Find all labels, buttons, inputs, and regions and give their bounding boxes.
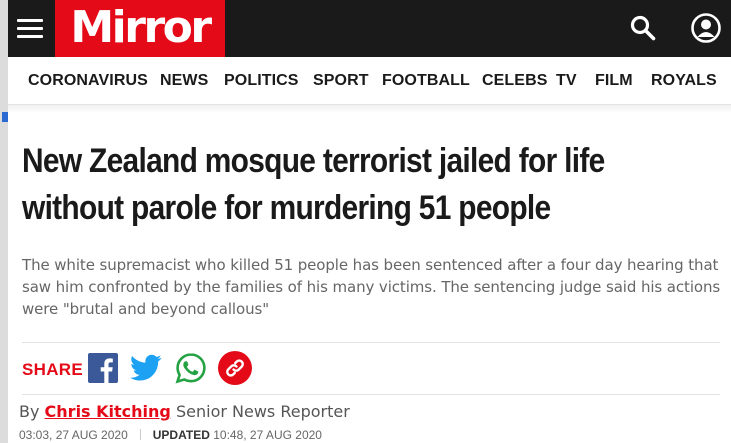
- edge-marker: [2, 112, 8, 122]
- twitter-icon[interactable]: [129, 351, 163, 385]
- nav-item-politics[interactable]: POLITICS: [224, 72, 299, 90]
- nav-item-football[interactable]: FOOTBALL: [382, 72, 470, 90]
- mirror-logo[interactable]: Mirror: [55, 0, 225, 57]
- nav-item-news[interactable]: NEWS: [160, 72, 208, 90]
- updated-label: UPDATED: [152, 428, 210, 442]
- article-headline: New Zealand mosque terrorist jailed for …: [22, 142, 605, 227]
- nav-item-coronavirus[interactable]: CORONAVIRUS: [28, 72, 148, 90]
- facebook-icon[interactable]: [86, 351, 120, 385]
- article-standfirst: The white supremacist who killed 51 peop…: [22, 256, 721, 318]
- top-bar: Mirror: [8, 0, 731, 57]
- nav-item-royals[interactable]: ROYALS: [651, 72, 717, 90]
- share-label: SHARE: [22, 360, 84, 379]
- nav-item-tv[interactable]: TV: [556, 72, 577, 90]
- nav-item-celebs[interactable]: CELEBS: [482, 72, 548, 90]
- article-dates: 03:03, 27 AUG 2020 UPDATED 10:48, 27 AUG …: [19, 428, 322, 442]
- whatsapp-icon[interactable]: [174, 351, 208, 385]
- hamburger-menu-icon[interactable]: [8, 0, 52, 57]
- published-time: 03:03, 27 AUG 2020: [19, 428, 128, 442]
- section-nav: CORONAVIRUS NEWS POLITICS SPORT FOOTBALL…: [8, 57, 731, 105]
- date-separator: [139, 429, 141, 440]
- byline-prefix: By: [19, 402, 40, 421]
- byline: By Chris Kitching Senior News Reporter: [19, 402, 350, 421]
- copy-link-icon[interactable]: [218, 351, 252, 385]
- updated-time: 10:48, 27 AUG 2020: [213, 428, 322, 442]
- user-account-icon[interactable]: [688, 10, 724, 46]
- logo-text: Mirror: [70, 1, 212, 53]
- nav-item-film[interactable]: FILM: [595, 72, 633, 90]
- author-link[interactable]: Chris Kitching: [45, 402, 171, 421]
- author-role: Senior News Reporter: [175, 402, 350, 421]
- nav-shadow: [8, 105, 731, 113]
- search-icon[interactable]: [625, 10, 661, 46]
- divider: [22, 394, 720, 395]
- browser-left-edge: [0, 0, 8, 443]
- divider: [22, 342, 720, 343]
- nav-item-sport[interactable]: SPORT: [313, 72, 369, 90]
